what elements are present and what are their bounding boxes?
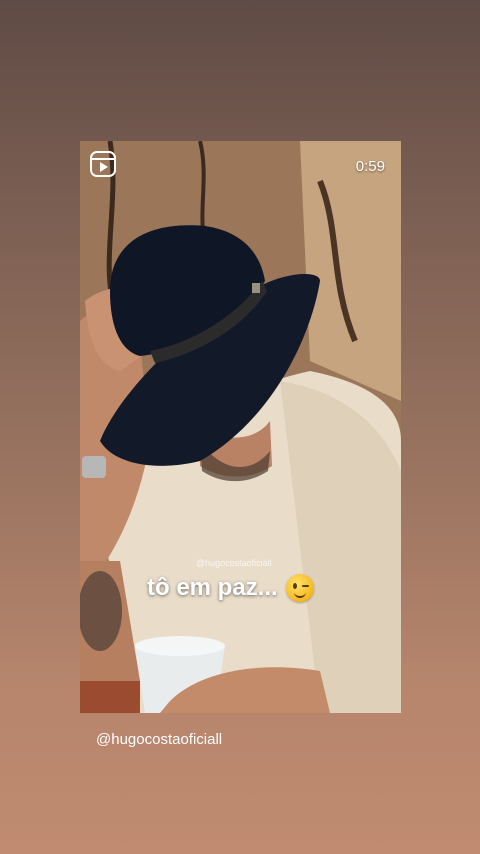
winking-face-icon: [285, 574, 314, 602]
account-handle-link[interactable]: @hugocostaoficiall: [96, 731, 222, 748]
caption-text: tô em paz...: [147, 574, 278, 601]
reel-card[interactable]: 0:59 @hugocostaoficiall tô em paz...: [80, 141, 401, 713]
reel-video-frame: [80, 141, 401, 713]
video-watermark: @hugocostaoficiall: [196, 558, 272, 568]
reels-icon[interactable]: [90, 151, 116, 177]
reel-caption: tô em paz...: [147, 574, 314, 602]
video-duration: 0:59: [355, 158, 385, 175]
